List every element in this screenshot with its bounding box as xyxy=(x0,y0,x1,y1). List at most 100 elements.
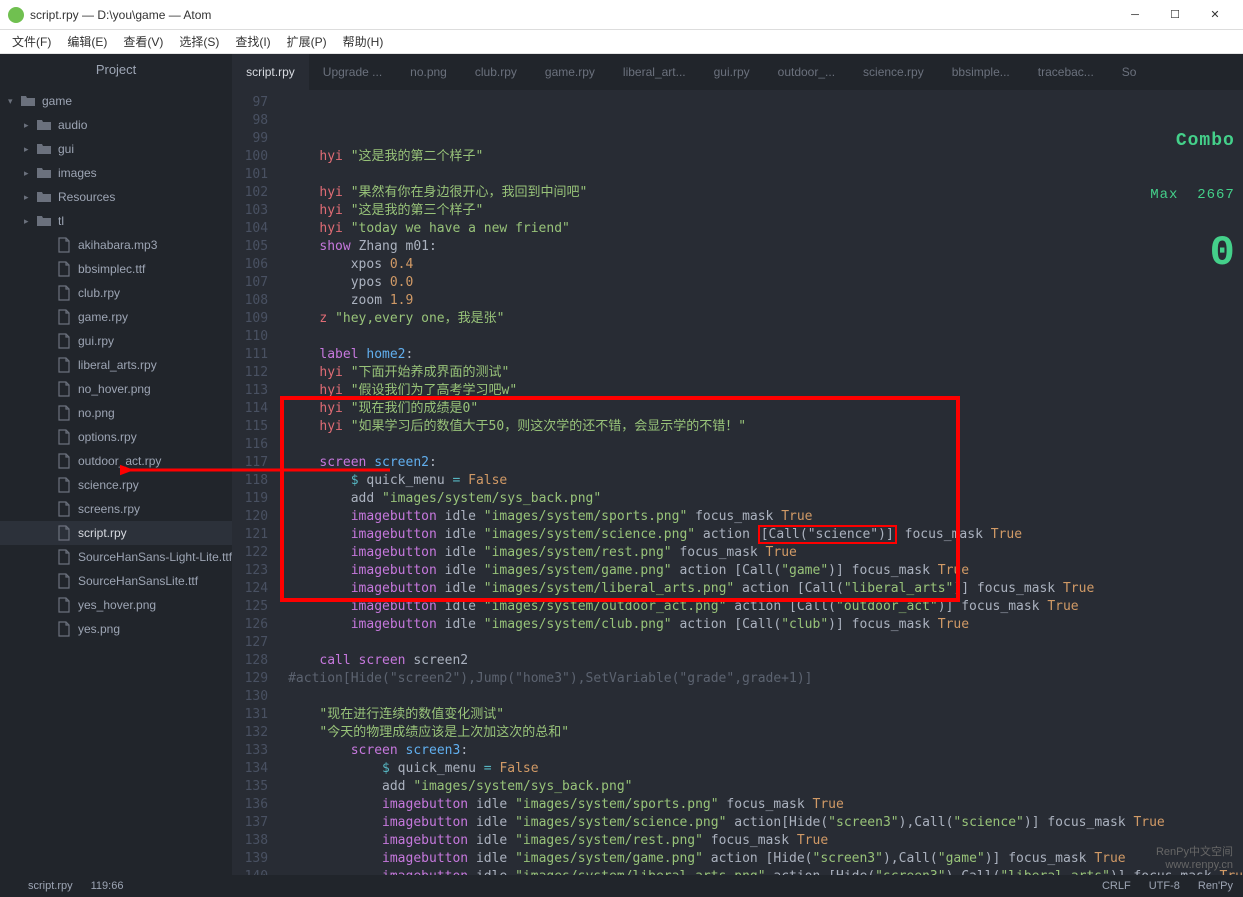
code-line[interactable]: hyi "today we have a new friend" xyxy=(288,220,1243,238)
line-number: 132 xyxy=(232,724,268,742)
tree-item[interactable]: yes.png xyxy=(0,617,232,641)
tree-item[interactable]: yes_hover.png xyxy=(0,593,232,617)
editor-tab[interactable]: science.rpy xyxy=(849,54,938,90)
folder-icon xyxy=(20,93,36,109)
code-line[interactable] xyxy=(288,328,1243,346)
tree-item[interactable]: ▸Resources xyxy=(0,185,232,209)
code-line[interactable]: hyi "现在我们的成绩是0" xyxy=(288,400,1243,418)
code-line[interactable]: hyi "如果学习后的数值大于50，则这次学的还不错，会显示学的不错！" xyxy=(288,418,1243,436)
code-line[interactable]: screen screen3: xyxy=(288,742,1243,760)
tree-item[interactable]: science.rpy xyxy=(0,473,232,497)
code-line[interactable]: "今天的物理成绩应该是上次加这次的总和" xyxy=(288,724,1243,742)
editor-tab[interactable]: no.png xyxy=(396,54,461,90)
code-line[interactable]: imagebutton idle "images/system/outdoor_… xyxy=(288,598,1243,616)
menu-item[interactable]: 编辑(E) xyxy=(59,33,115,50)
code-line[interactable]: imagebutton idle "images/system/liberal_… xyxy=(288,868,1243,875)
status-file[interactable]: script.rpy xyxy=(28,880,73,892)
line-number: 126 xyxy=(232,616,268,634)
tree-item[interactable]: game.rpy xyxy=(0,305,232,329)
tree-item[interactable]: ▾game xyxy=(0,89,232,113)
code-line[interactable]: screen screen2: xyxy=(288,454,1243,472)
tree-item[interactable]: gui.rpy xyxy=(0,329,232,353)
code-line[interactable]: imagebutton idle "images/system/liberal_… xyxy=(288,580,1243,598)
code-line[interactable]: call screen screen2 xyxy=(288,652,1243,670)
menu-item[interactable]: 文件(F) xyxy=(4,33,59,50)
code-line[interactable]: imagebutton idle "images/system/rest.png… xyxy=(288,544,1243,562)
code-line[interactable] xyxy=(288,436,1243,454)
tree-item[interactable]: script.rpy xyxy=(0,521,232,545)
editor-tab[interactable]: tracebac... xyxy=(1024,54,1108,90)
menu-item[interactable]: 选择(S) xyxy=(171,33,227,50)
tree-item[interactable]: liberal_arts.rpy xyxy=(0,353,232,377)
tree-item[interactable]: bbsimplec.ttf xyxy=(0,257,232,281)
editor-tab[interactable]: club.rpy xyxy=(461,54,531,90)
code-line[interactable]: imagebutton idle "images/system/science.… xyxy=(288,526,1243,544)
tree-item[interactable]: club.rpy xyxy=(0,281,232,305)
code-line[interactable] xyxy=(288,634,1243,652)
editor-tab[interactable]: script.rpy xyxy=(232,54,309,90)
tree-item[interactable]: no_hover.png xyxy=(0,377,232,401)
code-line[interactable]: zoom 1.9 xyxy=(288,292,1243,310)
close-button[interactable]: ✕ xyxy=(1195,8,1235,21)
tree-item[interactable]: ▸images xyxy=(0,161,232,185)
code-line[interactable]: hyi "假设我们为了高考学习吧w" xyxy=(288,382,1243,400)
code-line[interactable]: $ quick_menu = False xyxy=(288,472,1243,490)
code-line[interactable] xyxy=(288,166,1243,184)
editor-tab[interactable]: liberal_art... xyxy=(609,54,700,90)
code-source[interactable]: Combo Max 2667 0 hyi "这是我的第二个样子" hyi "果然… xyxy=(278,90,1243,875)
editor-tab[interactable]: bbsimple... xyxy=(938,54,1024,90)
tree-item[interactable]: akihabara.mp3 xyxy=(0,233,232,257)
menu-item[interactable]: 查看(V) xyxy=(115,33,171,50)
tree-item[interactable]: SourceHanSansLite.ttf xyxy=(0,569,232,593)
menu-item[interactable]: 帮助(H) xyxy=(335,33,392,50)
code-line[interactable]: hyi "这是我的第三个样子" xyxy=(288,202,1243,220)
code-line[interactable]: show Zhang m01: xyxy=(288,238,1243,256)
maximize-button[interactable]: ☐ xyxy=(1155,8,1195,21)
code-line[interactable]: imagebutton idle "images/system/science.… xyxy=(288,814,1243,832)
code-line[interactable]: label home2: xyxy=(288,346,1243,364)
code-line[interactable]: xpos 0.4 xyxy=(288,256,1243,274)
code-line[interactable]: imagebutton idle "images/system/club.png… xyxy=(288,616,1243,634)
code-line[interactable]: z "hey,every one，我是张" xyxy=(288,310,1243,328)
status-cursor-pos[interactable]: 119:66 xyxy=(91,880,124,892)
status-eol[interactable]: CRLF xyxy=(1102,880,1131,892)
tree-item[interactable]: ▸tl xyxy=(0,209,232,233)
code-line[interactable]: imagebutton idle "images/system/game.png… xyxy=(288,850,1243,868)
code-line[interactable]: hyi "果然有你在身边很开心，我回到中间吧" xyxy=(288,184,1243,202)
tree-item[interactable]: ▸audio xyxy=(0,113,232,137)
editor-tab[interactable]: outdoor_... xyxy=(764,54,849,90)
tree-item[interactable]: outdoor_act.rpy xyxy=(0,449,232,473)
line-number: 106 xyxy=(232,256,268,274)
code-line[interactable]: add "images/system/sys_back.png" xyxy=(288,490,1243,508)
status-encoding[interactable]: UTF-8 xyxy=(1149,880,1180,892)
file-tree[interactable]: ▾game▸audio▸gui▸images▸Resources▸tlakiha… xyxy=(0,85,232,875)
tree-item[interactable]: screens.rpy xyxy=(0,497,232,521)
editor-tab[interactable]: So xyxy=(1108,54,1151,90)
code-line[interactable]: imagebutton idle "images/system/sports.p… xyxy=(288,508,1243,526)
code-line[interactable]: imagebutton idle "images/system/sports.p… xyxy=(288,796,1243,814)
code-line[interactable]: "现在进行连续的数值变化测试" xyxy=(288,706,1243,724)
editor-tab[interactable]: gui.rpy xyxy=(700,54,764,90)
line-number: 137 xyxy=(232,814,268,832)
editor-tab[interactable]: Upgrade ... xyxy=(309,54,396,90)
code-line[interactable]: $ quick_menu = False xyxy=(288,760,1243,778)
tree-item[interactable]: SourceHanSans-Light-Lite.ttf xyxy=(0,545,232,569)
minimize-button[interactable]: ─ xyxy=(1115,9,1155,21)
menu-item[interactable]: 扩展(P) xyxy=(279,33,335,50)
tree-item[interactable]: no.png xyxy=(0,401,232,425)
tree-item[interactable]: options.rpy xyxy=(0,425,232,449)
menu-item[interactable]: 查找(I) xyxy=(227,33,278,50)
status-language[interactable]: Ren'Py xyxy=(1198,880,1233,892)
chevron-icon: ▸ xyxy=(24,168,36,179)
code-line[interactable]: imagebutton idle "images/system/game.png… xyxy=(288,562,1243,580)
editor-tab[interactable]: game.rpy xyxy=(531,54,609,90)
code-line[interactable]: ypos 0.0 xyxy=(288,274,1243,292)
code-line[interactable]: hyi "这是我的第二个样子" xyxy=(288,148,1243,166)
code-area[interactable]: 9798991001011021031041051061071081091101… xyxy=(232,90,1243,875)
code-line[interactable]: imagebutton idle "images/system/rest.png… xyxy=(288,832,1243,850)
code-line[interactable]: hyi "下面开始养成界面的测试" xyxy=(288,364,1243,382)
code-line[interactable] xyxy=(288,688,1243,706)
code-line[interactable]: #action[Hide("screen2"),Jump("home3"),Se… xyxy=(288,670,1243,688)
code-line[interactable]: add "images/system/sys_back.png" xyxy=(288,778,1243,796)
tree-item[interactable]: ▸gui xyxy=(0,137,232,161)
